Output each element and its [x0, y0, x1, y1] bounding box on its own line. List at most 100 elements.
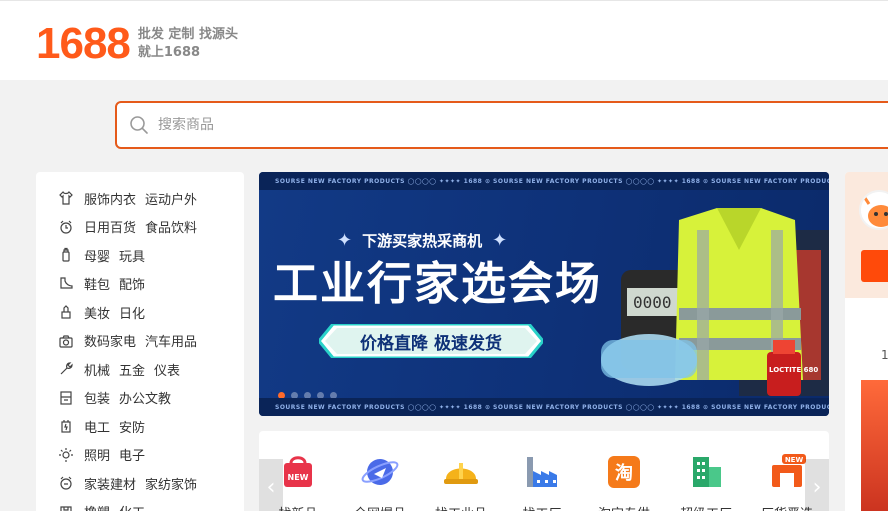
category-link[interactable]: 运动户外 [145, 189, 197, 208]
wrench-icon [58, 361, 74, 377]
category-link[interactable]: 包装 [84, 388, 110, 407]
category-link[interactable]: 家纺家饰 [145, 474, 197, 493]
quick-entrance-label: 找工厂 [522, 503, 561, 511]
quick-entrance-item[interactable]: 全网爆品 [340, 453, 420, 511]
svg-text:0000: 0000 [633, 293, 672, 312]
new-bag-icon: NEW [279, 453, 317, 491]
quick-entrance-label: 找工业品 [435, 503, 487, 511]
sparkle-icon: ✦ [337, 229, 353, 251]
banner-tag: 价格直降 极速发货 [317, 322, 545, 360]
avatar[interactable] [859, 190, 888, 230]
category-link[interactable]: 玩具 [119, 246, 145, 265]
banner-products-illustration: 0000 LOCTITE 680 [601, 208, 829, 396]
search-bar[interactable] [115, 101, 888, 149]
promo-number: 1 [881, 348, 888, 362]
banner-title: 工业行家选会场 [273, 257, 603, 310]
quick-entrance-item[interactable]: 找工业品 [421, 453, 501, 511]
quick-entrance-label: 淘宝专供 [598, 503, 650, 511]
scroll-left-button[interactable]: ‹ [259, 459, 283, 511]
category-row[interactable]: 机械 五金 仪表 [36, 355, 244, 384]
category-link[interactable]: 电子 [119, 445, 145, 464]
hero-banner[interactable]: SOURSE NEW FACTORY PRODUCTS ◯◯◯◯ ✦✦✦✦ 16… [259, 172, 829, 416]
svg-text:NEW: NEW [288, 473, 309, 482]
banner-top-strip: SOURSE NEW FACTORY PRODUCTS ◯◯◯◯ ✦✦✦✦ 16… [259, 172, 829, 190]
category-link[interactable]: 安防 [119, 417, 145, 436]
banner-subtitle-row: ✦ 下游买家热采商机 ✦ [337, 230, 507, 251]
electric-icon [58, 418, 74, 434]
category-link[interactable]: 食品饮料 [145, 217, 197, 236]
leather-icon [58, 504, 74, 511]
category-link[interactable]: 母婴 [84, 246, 110, 265]
category-row[interactable]: 包装 办公文教 [36, 384, 244, 413]
category-link[interactable]: 家装建材 [84, 474, 136, 493]
category-link[interactable]: 服饰内衣 [84, 189, 136, 208]
category-link[interactable]: 化工 [119, 502, 145, 511]
logo-number: 1688 [36, 19, 131, 68]
taobao-icon: 淘 [605, 453, 643, 491]
camera-icon [58, 333, 74, 349]
category-link[interactable]: 美妆 [84, 303, 110, 322]
category-link[interactable]: 汽车用品 [145, 331, 197, 350]
svg-text:淘: 淘 [615, 462, 633, 484]
planet-icon [361, 453, 399, 491]
category-row[interactable]: 照明 电子 [36, 441, 244, 470]
home-icon [58, 475, 74, 491]
bulb-icon [58, 447, 74, 463]
quick-entrance-bar: NEW厂货严选超级工厂淘淘宝专供找工厂找工业品全网爆品NEW找新品 ‹ › [259, 431, 829, 511]
promo-image[interactable] [861, 380, 888, 511]
category-link[interactable]: 日用百货 [84, 217, 136, 236]
promo-header [845, 172, 888, 298]
quick-entrance-label: 找新品 [278, 503, 317, 511]
category-link[interactable]: 电工 [84, 417, 110, 436]
category-link[interactable]: 鞋包 [84, 274, 110, 293]
category-link[interactable]: 办公文教 [119, 388, 171, 407]
svg-text:NEW: NEW [785, 456, 804, 464]
site-logo[interactable]: 1688 批发 定制 找源头 就上1688 [36, 21, 238, 67]
category-row[interactable]: 服饰内衣 运动户外 [36, 184, 244, 213]
quick-entrance-item[interactable]: 淘淘宝专供 [584, 453, 664, 511]
category-row[interactable]: 家装建材 家纺家饰 [36, 469, 244, 498]
site-header: 1688 批发 定制 找源头 就上1688 [0, 0, 888, 80]
category-row[interactable]: 橡塑化工 [36, 498, 244, 511]
category-link[interactable]: 配饰 [119, 274, 145, 293]
scroll-right-button[interactable]: › [805, 459, 829, 511]
category-row[interactable]: 母婴 玩具 [36, 241, 244, 270]
category-link[interactable]: 照明 [84, 445, 110, 464]
search-input[interactable] [158, 117, 758, 133]
building-icon [687, 453, 725, 491]
category-link[interactable]: 仪表 [154, 360, 180, 379]
category-row[interactable]: 日用百货 食品饮料 [36, 213, 244, 242]
category-row[interactable]: 鞋包 配饰 [36, 270, 244, 299]
login-button[interactable] [861, 250, 888, 282]
category-link[interactable]: 日化 [119, 303, 145, 322]
quick-entrance-label: 全网爆品 [354, 503, 406, 511]
category-row[interactable]: 数码家电 汽车用品 [36, 327, 244, 356]
alarm-clock-icon [58, 219, 74, 235]
banner-bottom-strip: SOURSE NEW FACTORY PRODUCTS ◯◯◯◯ ✦✦✦✦ 16… [259, 398, 829, 416]
quick-entrance-item[interactable]: 找工厂 [502, 453, 582, 511]
user-promo-panel: 1 [845, 172, 888, 511]
factory-icon [523, 453, 561, 491]
slogan-line-1: 批发 定制 找源头 [137, 27, 238, 42]
package-icon [58, 390, 74, 406]
baby-bottle-icon [58, 247, 74, 263]
category-row[interactable]: 美妆 日化 [36, 298, 244, 327]
cosmetics-icon [58, 304, 74, 320]
category-sidebar: 服饰内衣 运动户外 日用百货 食品饮料 母婴 玩具 鞋包 配饰 美妆 日化 数码家电 汽车用品 机械 五金… [36, 172, 244, 511]
product-label: LOCTITE 680 [769, 366, 818, 374]
shirt-icon [58, 190, 74, 206]
category-row[interactable]: 电工 安防 [36, 412, 244, 441]
banner-subtitle: 下游买家热采商机 [362, 232, 483, 250]
category-link[interactable]: 数码家电 [84, 331, 136, 350]
logo-slogan: 批发 定制 找源头 就上1688 [138, 27, 238, 61]
category-link[interactable]: 五金 [119, 360, 145, 379]
quick-entrance-label: 超级工厂 [680, 503, 732, 511]
banner-tag-text: 价格直降 极速发货 [360, 333, 502, 354]
helmet-icon [442, 453, 480, 491]
category-link[interactable]: 橡塑 [84, 502, 110, 511]
sparkle-icon: ✦ [492, 229, 508, 251]
shoe-icon [58, 276, 74, 292]
cow-mascot-icon [861, 192, 888, 228]
quick-entrance-item[interactable]: 超级工厂 [666, 453, 746, 511]
category-link[interactable]: 机械 [84, 360, 110, 379]
